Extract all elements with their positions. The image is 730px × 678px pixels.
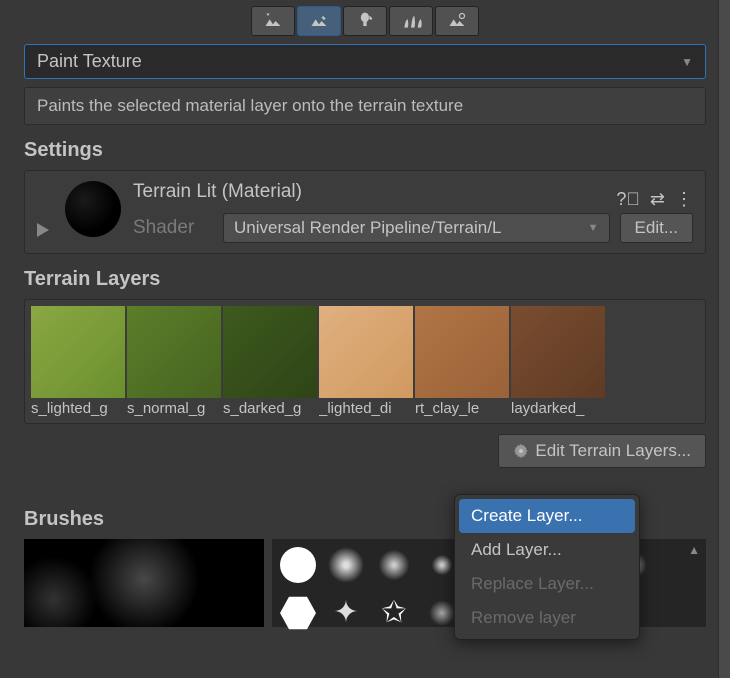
- help-icon[interactable]: ?⃝: [616, 189, 640, 210]
- menu-replace-layer: Replace Layer...: [459, 567, 635, 601]
- layer-label: s_darked_g: [223, 400, 317, 417]
- layer-thumb[interactable]: [223, 306, 317, 398]
- paint-mode-label: Paint Texture: [37, 51, 142, 72]
- paint-trees-tool[interactable]: [343, 6, 387, 36]
- chevron-down-icon: ▼: [681, 55, 693, 69]
- terrain-tool-toolbar: [0, 0, 730, 44]
- brush-preview[interactable]: [24, 539, 264, 627]
- raise-lower-tool[interactable]: [251, 6, 295, 36]
- edit-terrain-layers-button[interactable]: Edit Terrain Layers...: [498, 434, 706, 468]
- edit-layers-label: Edit Terrain Layers...: [535, 441, 691, 461]
- brush-thumb[interactable]: ✩: [376, 595, 412, 631]
- terrain-gear-icon: [446, 11, 468, 31]
- grass-icon: [400, 11, 422, 31]
- shader-edit-button[interactable]: Edit...: [620, 213, 693, 243]
- paint-details-tool[interactable]: [389, 6, 433, 36]
- layer-thumb[interactable]: [415, 306, 509, 398]
- gear-icon: [513, 443, 529, 459]
- brush-thumb[interactable]: [280, 595, 316, 631]
- menu-add-layer[interactable]: Add Layer...: [459, 533, 635, 567]
- terrain-raise-icon: [262, 11, 284, 31]
- tree-icon: [354, 11, 376, 31]
- layer-label: s_lighted_g: [31, 400, 125, 417]
- paint-texture-tool[interactable]: [297, 6, 341, 36]
- expand-toggle[interactable]: [37, 223, 49, 237]
- layer-label: laydarked_: [511, 400, 605, 417]
- preset-icon[interactable]: ⇄: [650, 189, 665, 210]
- layer-label: s_normal_g: [127, 400, 221, 417]
- terrain-paint-icon: [308, 11, 330, 31]
- brush-thumb[interactable]: [328, 547, 364, 583]
- layer-label: rt_clay_le: [415, 400, 509, 417]
- layer-thumb[interactable]: [31, 306, 125, 398]
- brush-thumb[interactable]: [376, 547, 412, 583]
- shader-value: Universal Render Pipeline/Terrain/L: [234, 218, 501, 238]
- terrain-settings-tool[interactable]: [435, 6, 479, 36]
- chevron-down-icon: ▼: [588, 222, 599, 234]
- menu-remove-layer: Remove layer: [459, 601, 635, 635]
- material-preview-sphere[interactable]: [65, 181, 121, 237]
- menu-create-layer[interactable]: Create Layer...: [459, 499, 635, 533]
- brush-thumb[interactable]: [280, 547, 316, 583]
- layer-thumb[interactable]: [319, 306, 413, 398]
- layer-label: _lighted_di: [319, 400, 413, 417]
- layer-thumb[interactable]: [511, 306, 605, 398]
- edit-layers-menu: Create Layer... Add Layer... Replace Lay…: [454, 494, 640, 640]
- terrain-layers-palette: s_lighted_g s_normal_g s_darked_g _light…: [24, 299, 706, 424]
- material-inspector: Terrain Lit (Material) ?⃝ ⇄ ⋮ Shader Uni…: [24, 170, 706, 254]
- mode-description: Paints the selected material layer onto …: [24, 87, 706, 125]
- more-icon[interactable]: ⋮: [675, 189, 693, 210]
- terrain-layers-header: Terrain Layers: [24, 268, 706, 291]
- shader-dropdown[interactable]: Universal Render Pipeline/Terrain/L ▼: [223, 213, 610, 243]
- settings-header: Settings: [24, 139, 706, 162]
- inspector-scrollbar[interactable]: [718, 0, 730, 678]
- scroll-up-icon[interactable]: ▲: [688, 543, 700, 557]
- layer-thumb[interactable]: [127, 306, 221, 398]
- paint-mode-dropdown[interactable]: Paint Texture ▼: [24, 44, 706, 79]
- material-name: Terrain Lit (Material): [133, 181, 302, 203]
- brush-thumb[interactable]: ✦: [328, 595, 364, 631]
- shader-label: Shader: [133, 217, 213, 239]
